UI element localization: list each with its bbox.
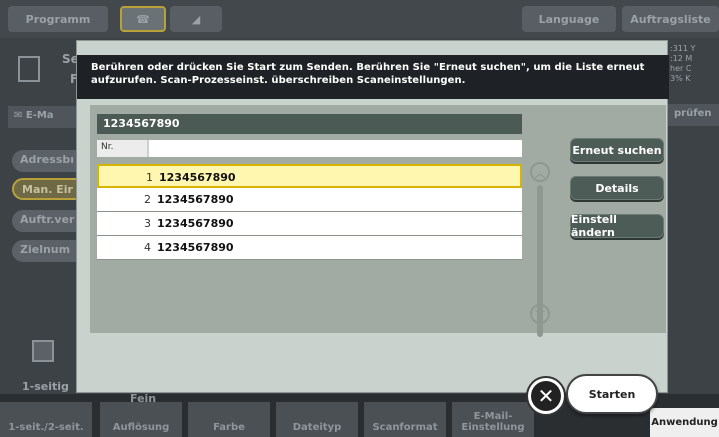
anwendung-button[interactable]: Anwendung [650, 408, 719, 437]
tab-dateityp[interactable]: Dateityp [276, 402, 358, 437]
details-button[interactable]: Details [570, 176, 664, 200]
list-item[interactable]: 2 1234567890 [97, 188, 522, 212]
scan-mode-tab[interactable]: ◢ [170, 6, 222, 32]
fax-mode-tab[interactable]: ☎ [120, 6, 166, 32]
list-item[interactable]: 4 1234567890 [97, 236, 522, 260]
fax-icon: ☎ [136, 12, 150, 26]
chevron-down-icon: ﹀ [535, 310, 545, 322]
duplex-icon [32, 340, 54, 362]
fax-doc-icon [18, 56, 40, 82]
einstell-aendern-button[interactable]: Einstell ändern [570, 213, 664, 239]
list-title: 1234567890 [97, 114, 522, 134]
list-item[interactable]: 3 1234567890 [97, 212, 522, 236]
destination-list: 1 1234567890 2 1234567890 3 1234567890 4… [97, 164, 522, 260]
tab-aufloesung[interactable]: Auflösung [100, 402, 182, 437]
scroll-up-button[interactable]: ︿ [530, 162, 550, 182]
column-nr: Nr. [97, 140, 149, 157]
tab-email-einstellung[interactable]: E-Mail- Einstellung [452, 402, 534, 437]
tab-auftragsliste[interactable]: Auftragsliste [622, 6, 719, 32]
email-tab[interactable]: ✉ E-Ma [8, 106, 78, 128]
tab-seiten[interactable]: 1-seit./2-seit. [0, 402, 92, 437]
mail-icon: ✉ [14, 110, 26, 121]
dialog-message: Berühren oder drücken Sie Start zum Send… [77, 55, 669, 99]
tab-scanformat[interactable]: Scanformat [364, 402, 446, 437]
column-number [151, 140, 522, 157]
erneut-suchen-button[interactable]: Erneut suchen [570, 138, 664, 162]
single-sided-setting[interactable]: 1-seitig [8, 330, 78, 400]
fax-header: Se Fa [8, 46, 86, 104]
tab-language[interactable]: Language [522, 6, 616, 32]
list-item[interactable]: 1 1234567890 [97, 164, 522, 188]
pruefen-tab[interactable]: prüfen [668, 104, 719, 126]
close-icon: ✕ [531, 381, 561, 411]
chevron-up-icon: ︿ [535, 168, 545, 180]
list-column-header: Nr. [97, 140, 522, 157]
scroll-down-button[interactable]: ﹀ [530, 304, 550, 324]
start-button[interactable]: Starten [566, 374, 658, 414]
tab-farbe[interactable]: Farbe [188, 402, 270, 437]
cancel-button[interactable]: ✕ [526, 376, 566, 416]
toner-meter: :311 Y :12 M her C 3% K [670, 44, 696, 83]
scan-icon: ◢ [191, 12, 201, 26]
send-confirm-dialog: Berühren oder drücken Sie Start zum Send… [76, 40, 669, 393]
tab-programm[interactable]: Programm [8, 6, 108, 32]
